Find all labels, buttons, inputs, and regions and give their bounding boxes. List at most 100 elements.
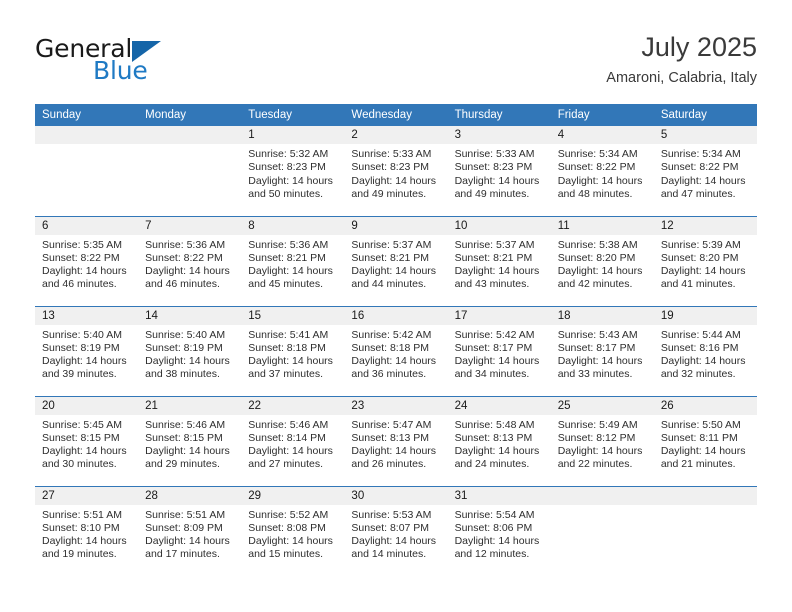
daylight-text: Daylight: 14 hours and 26 minutes. <box>351 445 437 471</box>
day-number: 3 <box>447 126 551 144</box>
sunset-text: Sunset: 8:07 PM <box>351 521 430 534</box>
calendar-day-cell[interactable]: 17 Sunrise: 5:42 AM Sunset: 8:17 PM Dayligh… <box>447 305 551 396</box>
day-number: 25 <box>550 396 654 415</box>
calendar-day-cell[interactable]: 30 Sunrise: 5:53 AM Sunset: 8:07 PM Dayligh… <box>344 485 448 576</box>
day-number <box>35 126 139 144</box>
weekday-header-wednesday: Wednesday <box>344 104 448 126</box>
day-details: Sunrise: 5:44 AM Sunset: 8:16 PM Daylight:… <box>654 325 757 382</box>
sunset-text: Sunset: 8:08 PM <box>248 521 326 534</box>
day-number: 6 <box>35 216 139 235</box>
day-details: Sunrise: 5:50 AM Sunset: 8:11 PM Daylight:… <box>654 415 757 472</box>
calendar-empty-cell <box>138 126 242 216</box>
sunset-text: Sunset: 8:09 PM <box>145 521 223 534</box>
day-details: Sunrise: 5:33 AM Sunset: 8:23 PM Daylight:… <box>344 144 447 201</box>
page-title: July 2025 <box>641 32 757 62</box>
calendar-week-row: 6 Sunrise: 5:35 AM Sunset: 8:22 PM Daylight… <box>35 215 757 306</box>
day-number: 20 <box>35 396 139 415</box>
sunset-text: Sunset: 8:23 PM <box>248 161 326 174</box>
sunrise-text: Sunrise: 5:45 AM <box>42 418 122 431</box>
weekday-header-friday: Friday <box>550 104 654 126</box>
calendar-day-cell[interactable]: 27 Sunrise: 5:51 AM Sunset: 8:10 PM Dayligh… <box>35 485 139 576</box>
day-details: Sunrise: 5:34 AM Sunset: 8:22 PM Daylight:… <box>654 144 757 201</box>
calendar-week-row: 20 Sunrise: 5:45 AM Sunset: 8:15 PM Dayligh… <box>35 395 757 486</box>
day-number: 22 <box>241 396 345 415</box>
sunset-text: Sunset: 8:23 PM <box>351 161 430 174</box>
day-details: Sunrise: 5:32 AM Sunset: 8:23 PM Daylight:… <box>241 144 344 201</box>
calendar-day-cell[interactable]: 3 Sunrise: 5:33 AM Sunset: 8:23 PM Daylight… <box>447 126 551 216</box>
calendar-day-cell[interactable]: 29 Sunrise: 5:52 AM Sunset: 8:08 PM Dayligh… <box>241 485 345 576</box>
day-details: Sunrise: 5:46 AM Sunset: 8:14 PM Daylight:… <box>241 415 344 472</box>
daylight-text: Daylight: 14 hours and 12 minutes. <box>454 535 540 561</box>
sunrise-text: Sunrise: 5:47 AM <box>351 418 432 431</box>
calendar-day-cell[interactable]: 12 Sunrise: 5:39 AM Sunset: 8:20 PM Dayligh… <box>653 215 757 306</box>
daylight-text: Daylight: 14 hours and 17 minutes. <box>145 535 230 561</box>
calendar-day-cell[interactable]: 5 Sunrise: 5:34 AM Sunset: 8:22 PM Daylight… <box>653 126 757 216</box>
calendar-day-cell[interactable]: 13 Sunrise: 5:40 AM Sunset: 8:19 PM Dayligh… <box>35 305 139 396</box>
calendar-day-cell[interactable]: 1 Sunrise: 5:32 AM Sunset: 8:23 PM Daylight… <box>241 126 345 216</box>
daylight-text: Daylight: 14 hours and 36 minutes. <box>351 355 437 381</box>
daylight-text: Daylight: 14 hours and 38 minutes. <box>145 355 230 381</box>
sunrise-text: Sunrise: 5:50 AM <box>660 418 741 431</box>
sunset-text: Sunset: 8:11 PM <box>660 431 738 444</box>
calendar-day-cell[interactable]: 18 Sunrise: 5:43 AM Sunset: 8:17 PM Dayligh… <box>550 305 654 396</box>
calendar-day-cell[interactable]: 20 Sunrise: 5:45 AM Sunset: 8:15 PM Dayligh… <box>35 395 139 486</box>
sunset-text: Sunset: 8:18 PM <box>248 341 326 354</box>
day-number: 19 <box>653 306 757 325</box>
sunrise-text: Sunrise: 5:51 AM <box>145 508 226 521</box>
daylight-text: Daylight: 14 hours and 47 minutes. <box>660 174 746 200</box>
calendar-day-cell[interactable]: 2 Sunrise: 5:33 AM Sunset: 8:23 PM Daylight… <box>344 126 448 216</box>
sunrise-text: Sunrise: 5:46 AM <box>145 418 226 431</box>
calendar-day-cell[interactable]: 21 Sunrise: 5:46 AM Sunset: 8:15 PM Dayligh… <box>138 395 242 486</box>
calendar-empty-cell <box>550 485 654 576</box>
day-number: 27 <box>35 486 139 505</box>
sunrise-text: Sunrise: 5:32 AM <box>248 148 329 160</box>
calendar-day-cell[interactable]: 23 Sunrise: 5:47 AM Sunset: 8:13 PM Dayligh… <box>344 395 448 486</box>
calendar-day-cell[interactable]: 31 Sunrise: 5:54 AM Sunset: 8:06 PM Dayligh… <box>447 485 551 576</box>
day-number: 7 <box>138 216 242 235</box>
calendar-day-cell[interactable]: 24 Sunrise: 5:48 AM Sunset: 8:13 PM Dayligh… <box>447 395 551 486</box>
day-number: 14 <box>138 306 242 325</box>
sunset-text: Sunset: 8:06 PM <box>454 521 533 534</box>
calendar-day-cell[interactable]: 19 Sunrise: 5:44 AM Sunset: 8:16 PM Dayligh… <box>653 305 757 396</box>
day-details: Sunrise: 5:43 AM Sunset: 8:17 PM Daylight:… <box>551 325 654 382</box>
sunset-text: Sunset: 8:19 PM <box>145 341 223 354</box>
calendar-day-cell[interactable]: 26 Sunrise: 5:50 AM Sunset: 8:11 PM Dayligh… <box>653 395 757 486</box>
sunrise-text: Sunrise: 5:51 AM <box>42 508 122 521</box>
title-block: July 2025 Amaroni, Calabria, Italy <box>606 32 757 87</box>
sunset-text: Sunset: 8:23 PM <box>454 161 533 174</box>
daylight-text: Daylight: 14 hours and 19 minutes. <box>42 535 127 561</box>
daylight-text: Daylight: 14 hours and 39 minutes. <box>42 355 127 381</box>
sunrise-text: Sunrise: 5:52 AM <box>248 508 329 521</box>
calendar-grid: Sunday Monday Tuesday Wednesday Thursday… <box>35 104 757 576</box>
day-number: 18 <box>550 306 654 325</box>
sunrise-text: Sunrise: 5:40 AM <box>145 328 226 341</box>
calendar-day-cell[interactable]: 9 Sunrise: 5:37 AM Sunset: 8:21 PM Daylight… <box>344 215 448 306</box>
calendar-day-cell[interactable]: 6 Sunrise: 5:35 AM Sunset: 8:22 PM Daylight… <box>35 215 139 306</box>
daylight-text: Daylight: 14 hours and 49 minutes. <box>454 174 540 200</box>
calendar-day-cell[interactable]: 7 Sunrise: 5:36 AM Sunset: 8:22 PM Daylight… <box>138 215 242 306</box>
daylight-text: Daylight: 14 hours and 50 minutes. <box>248 174 333 200</box>
calendar-day-cell[interactable]: 4 Sunrise: 5:34 AM Sunset: 8:22 PM Daylight… <box>550 126 654 216</box>
calendar-day-cell[interactable]: 11 Sunrise: 5:38 AM Sunset: 8:20 PM Dayligh… <box>550 215 654 306</box>
daylight-text: Daylight: 14 hours and 45 minutes. <box>248 265 333 291</box>
calendar-day-cell[interactable]: 14 Sunrise: 5:40 AM Sunset: 8:19 PM Dayligh… <box>138 305 242 396</box>
sunrise-text: Sunrise: 5:42 AM <box>351 328 432 341</box>
calendar-day-cell[interactable]: 25 Sunrise: 5:49 AM Sunset: 8:12 PM Dayligh… <box>550 395 654 486</box>
sunset-text: Sunset: 8:15 PM <box>145 431 223 444</box>
calendar-day-cell[interactable]: 15 Sunrise: 5:41 AM Sunset: 8:18 PM Dayligh… <box>241 305 345 396</box>
daylight-text: Daylight: 14 hours and 34 minutes. <box>454 355 540 381</box>
weekday-header-tuesday: Tuesday <box>241 104 345 126</box>
calendar-day-cell[interactable]: 8 Sunrise: 5:36 AM Sunset: 8:21 PM Daylight… <box>241 215 345 306</box>
day-number: 29 <box>241 486 345 505</box>
calendar-day-cell[interactable]: 10 Sunrise: 5:37 AM Sunset: 8:21 PM Dayligh… <box>447 215 551 306</box>
brand-logo[interactable]: General Blue <box>35 36 275 92</box>
sunset-text: Sunset: 8:22 PM <box>557 161 636 174</box>
calendar-day-cell[interactable]: 22 Sunrise: 5:46 AM Sunset: 8:14 PM Dayligh… <box>241 395 345 486</box>
calendar-day-cell[interactable]: 16 Sunrise: 5:42 AM Sunset: 8:18 PM Dayligh… <box>344 305 448 396</box>
sunset-text: Sunset: 8:17 PM <box>557 341 636 354</box>
day-details: Sunrise: 5:37 AM Sunset: 8:21 PM Daylight:… <box>448 235 551 292</box>
weekday-header-monday: Monday <box>138 104 242 126</box>
sunrise-text: Sunrise: 5:34 AM <box>660 148 741 160</box>
calendar-day-cell[interactable]: 28 Sunrise: 5:51 AM Sunset: 8:09 PM Dayligh… <box>138 485 242 576</box>
sunrise-text: Sunrise: 5:36 AM <box>145 238 226 251</box>
